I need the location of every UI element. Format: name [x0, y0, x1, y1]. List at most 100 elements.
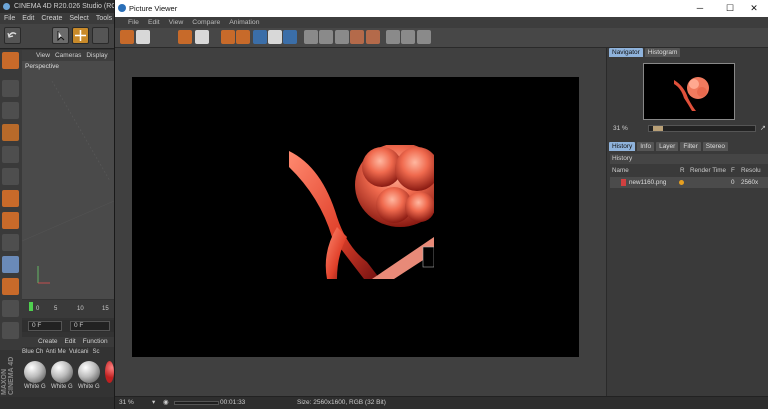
texture-mode-icon[interactable]: [2, 102, 19, 119]
viewport-menu-display[interactable]: Display: [86, 50, 107, 61]
bottom-tabs: History Info Layer Filter Stereo: [609, 142, 728, 151]
viewport-menu-view[interactable]: View: [36, 50, 50, 61]
tab-histogram[interactable]: Histogram: [644, 48, 681, 57]
model-mode-icon[interactable]: [2, 80, 19, 97]
save-file-icon[interactable]: [136, 30, 150, 44]
workplane-lock-icon[interactable]: [2, 300, 19, 317]
c4d-menu-edit[interactable]: Edit: [22, 13, 34, 24]
tab-info[interactable]: Info: [637, 142, 655, 151]
channel-b-icon[interactable]: [366, 30, 380, 44]
c4d-toolbar: [0, 24, 114, 49]
open-file-icon[interactable]: [120, 30, 134, 44]
frame-fields: 0 F 0 F: [22, 320, 114, 332]
move-icon[interactable]: [72, 27, 89, 44]
pv-menu-animation[interactable]: Animation: [229, 17, 259, 28]
material-ball-4[interactable]: [105, 361, 114, 383]
material-name-4[interactable]: Sc: [93, 348, 115, 357]
status-render-time: 00:01:33: [220, 399, 246, 406]
compare-ab-icon[interactable]: [283, 30, 297, 44]
channel-r-icon[interactable]: [304, 30, 318, 44]
grid-icon[interactable]: [2, 322, 19, 339]
channel-a-icon[interactable]: [350, 30, 364, 44]
status-zoom-dropdown-icon[interactable]: ▾: [152, 397, 155, 409]
stop-render-icon[interactable]: [221, 30, 235, 44]
scale-icon[interactable]: [92, 27, 109, 44]
layer-view-icon[interactable]: [401, 30, 415, 44]
col-resolution[interactable]: Resolu: [741, 166, 761, 176]
material-ball-2[interactable]: [51, 361, 73, 383]
pv-menu-edit[interactable]: Edit: [148, 17, 160, 28]
material-ball-3[interactable]: [78, 361, 100, 383]
material-menu-create[interactable]: Create: [38, 337, 58, 347]
fullscreen-icon[interactable]: [253, 30, 267, 44]
history-row-name: new1160.png: [629, 179, 667, 186]
timeline-tick-0: 0: [36, 306, 40, 312]
material-ball-1[interactable]: [24, 361, 46, 383]
select-arrow-icon[interactable]: [52, 27, 69, 44]
col-r[interactable]: R: [680, 166, 685, 176]
status-zoom[interactable]: 31 %: [119, 397, 134, 409]
col-render-time[interactable]: Render Time: [690, 166, 726, 176]
material-manager-menu: Create Edit Function: [22, 337, 114, 347]
pv-menu-compare[interactable]: Compare: [192, 17, 220, 28]
navigator-thumbnail[interactable]: [643, 63, 735, 120]
perspective-viewport[interactable]: Perspective: [22, 61, 114, 299]
material-label-3: White G: [78, 384, 100, 390]
c4d-menu-file[interactable]: File: [4, 13, 15, 24]
col-name[interactable]: Name: [612, 166, 629, 176]
c4d-menu-select[interactable]: Select: [69, 13, 88, 24]
zoom-slider[interactable]: [648, 125, 756, 132]
render-region-icon[interactable]: [178, 30, 192, 44]
current-frame-field[interactable]: 0 F: [70, 321, 110, 331]
timeline-ruler: 0 5 10 15: [29, 302, 109, 312]
navigator-thumbnail-image: [674, 77, 709, 111]
c4d-menu-create[interactable]: Create: [41, 13, 62, 24]
render-view-icon[interactable]: [195, 30, 209, 44]
material-label-1: White G: [24, 384, 46, 390]
material-name-2[interactable]: Anti Me: [46, 348, 68, 357]
axis-mode-icon[interactable]: [2, 212, 19, 229]
magnet-icon[interactable]: [2, 278, 19, 295]
navigator-panel: Navigator Histogram 31 % ↗ History Info …: [606, 48, 768, 396]
viewport-menu-cameras[interactable]: Cameras: [55, 50, 81, 61]
render-preview-icon[interactable]: [236, 30, 250, 44]
tab-layer[interactable]: Layer: [656, 142, 679, 151]
render-progress-bar: [174, 401, 219, 405]
history-row[interactable]: new1160.png 0 2560x: [610, 177, 768, 188]
channel-ab-icon[interactable]: [319, 30, 333, 44]
snap-icon[interactable]: [2, 256, 19, 273]
tweak-mode-icon[interactable]: [2, 234, 19, 251]
minimize-button[interactable]: ─: [685, 0, 715, 17]
c4d-menu-tools[interactable]: Tools: [96, 13, 112, 24]
material-name-3[interactable]: Vulcani: [69, 348, 91, 357]
tab-history[interactable]: History: [609, 142, 636, 151]
tab-filter[interactable]: Filter: [680, 142, 701, 151]
undo-icon[interactable]: [4, 27, 21, 44]
zoom-fit-icon[interactable]: ↗: [760, 124, 766, 133]
image-canvas[interactable]: [115, 48, 606, 396]
points-mode-icon[interactable]: [2, 146, 19, 163]
picture-viewer-status-bar: 31 % ▾ ◉ 00:01:33 Size: 2560x1600, RGB (…: [115, 396, 768, 409]
alpha-icon[interactable]: [335, 30, 349, 44]
material-menu-function[interactable]: Function: [83, 337, 108, 347]
history-row-resolution: 2560x: [741, 179, 759, 186]
workplane-icon[interactable]: [2, 124, 19, 141]
tab-stereo[interactable]: Stereo: [702, 142, 728, 151]
col-f[interactable]: F: [731, 166, 735, 176]
info-view-icon[interactable]: [417, 30, 431, 44]
polygons-mode-icon[interactable]: [2, 190, 19, 207]
grid-view-icon[interactable]: [386, 30, 400, 44]
pv-menu-view[interactable]: View: [169, 17, 184, 28]
material-name-1[interactable]: Blue Ch: [22, 348, 44, 357]
start-frame-field[interactable]: 0 F: [28, 321, 62, 331]
close-button[interactable]: ✕: [739, 0, 768, 17]
edges-mode-icon[interactable]: [2, 168, 19, 185]
picture-viewer-logo-icon: [118, 4, 126, 12]
split-view-icon[interactable]: [268, 30, 282, 44]
timeline[interactable]: 0 5 10 15: [22, 300, 114, 318]
pv-menu-file[interactable]: File: [128, 17, 139, 28]
tab-navigator[interactable]: Navigator: [609, 48, 643, 57]
cube-tool-icon[interactable]: [2, 52, 19, 69]
c4d-menu-bar: File Edit Create Select Tools: [0, 13, 114, 24]
material-menu-edit[interactable]: Edit: [65, 337, 76, 347]
